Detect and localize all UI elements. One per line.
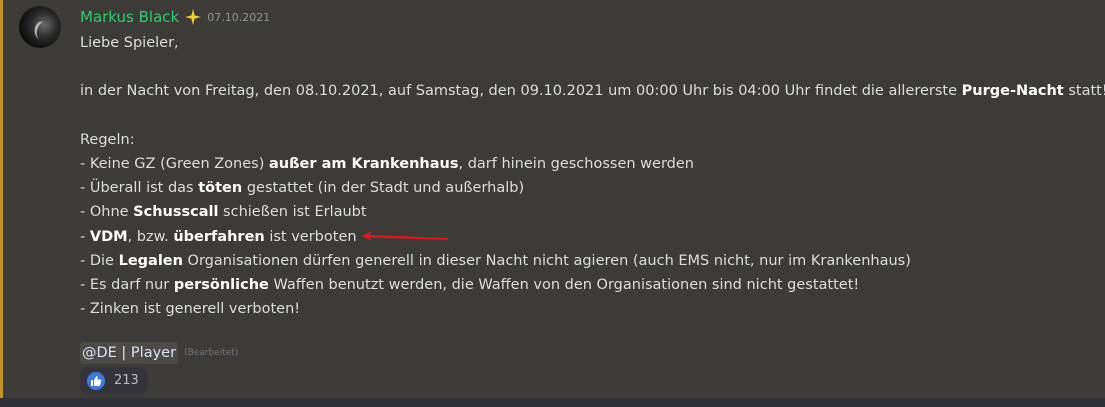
bold-text: Purge-Nacht bbox=[961, 83, 1064, 100]
message-line: Regeln: bbox=[80, 128, 1100, 152]
message-text: Liebe Spieler, bbox=[80, 35, 179, 51]
message-text: ist verboten bbox=[264, 228, 357, 245]
bold-text: Legalen bbox=[118, 252, 183, 269]
message-line: - Es darf nur persönliche Waffen benutzt… bbox=[80, 273, 1100, 297]
bold-text: überfahren bbox=[173, 228, 265, 245]
divider bbox=[0, 398, 1105, 407]
role-mention[interactable]: @DE | Player bbox=[80, 342, 179, 364]
message-text: - Die bbox=[80, 252, 119, 269]
red-arrow-icon bbox=[362, 231, 448, 241]
chat-panel: Markus Black 07.10.2021 Liebe Spieler, in… bbox=[0, 0, 1105, 407]
message-line: - Die Legalen Organisationen dürfen gene… bbox=[80, 249, 1100, 273]
bold-text: töten bbox=[198, 180, 243, 197]
message-content: Liebe Spieler, in der Nacht von Freitag, … bbox=[80, 31, 1105, 345]
bold-text: persönliche bbox=[173, 276, 269, 293]
bold-text: Schusscall bbox=[133, 204, 219, 221]
reaction-button[interactable]: 213 bbox=[80, 367, 148, 394]
message-line bbox=[80, 104, 1100, 128]
message-text: statt! bbox=[1063, 83, 1105, 100]
chat-message[interactable]: Markus Black 07.10.2021 Liebe Spieler, in… bbox=[0, 0, 1105, 398]
reaction-count: 213 bbox=[114, 373, 139, 388]
message-line bbox=[80, 55, 1100, 79]
avatar[interactable] bbox=[19, 6, 61, 48]
thumbs-up-icon bbox=[87, 371, 105, 390]
message-header: Markus Black 07.10.2021 bbox=[80, 6, 270, 28]
mention-row: @DE | Player (Bearbeitet) bbox=[80, 342, 238, 364]
message-text: - Ohne bbox=[80, 204, 134, 221]
message-line: - Keine GZ (Green Zones) außer am Kranke… bbox=[80, 152, 1100, 176]
message-text: Organisationen dürfen generell in dieser… bbox=[182, 252, 911, 269]
message-text: gestattet (in der Stadt und außerhalb) bbox=[242, 180, 525, 197]
message-line: - Zinken ist generell verboten! bbox=[80, 297, 1100, 321]
message-text: , bzw. bbox=[127, 228, 174, 245]
author-name[interactable]: Markus Black bbox=[80, 8, 179, 26]
bold-text: außer am Krankenhaus bbox=[269, 155, 459, 172]
bold-text: VDM bbox=[89, 228, 128, 245]
message-line: - VDM, bzw. überfahren ist verboten bbox=[80, 225, 1100, 249]
message-text: - Keine GZ (Green Zones) bbox=[80, 155, 269, 172]
sparkle-icon bbox=[185, 9, 202, 25]
message-text: , darf hinein geschossen werden bbox=[458, 155, 694, 172]
message-line: - Überall ist das töten gestattet (in de… bbox=[80, 176, 1100, 200]
message-line: - Ohne Schusscall schießen ist Erlaubt bbox=[80, 200, 1100, 224]
message-text: - Zinken ist generell verboten! bbox=[80, 301, 301, 318]
message-text: schießen ist Erlaubt bbox=[218, 204, 367, 221]
message-text: - bbox=[80, 228, 90, 245]
message-text: Regeln: bbox=[80, 131, 135, 148]
message-text: - Es darf nur bbox=[80, 276, 174, 293]
edited-label: (Bearbeitet) bbox=[184, 348, 239, 358]
message-line: in der Nacht von Freitag, den 08.10.2021… bbox=[80, 79, 1105, 103]
message-text: Waffen benutzt werden, die Waffen von de… bbox=[268, 276, 860, 293]
message-timestamp: 07.10.2021 bbox=[207, 10, 271, 24]
message-text: - Überall ist das bbox=[80, 180, 199, 197]
message-text: in der Nacht von Freitag, den 08.10.2021… bbox=[80, 83, 962, 100]
message-line: Liebe Spieler, bbox=[80, 31, 1100, 55]
